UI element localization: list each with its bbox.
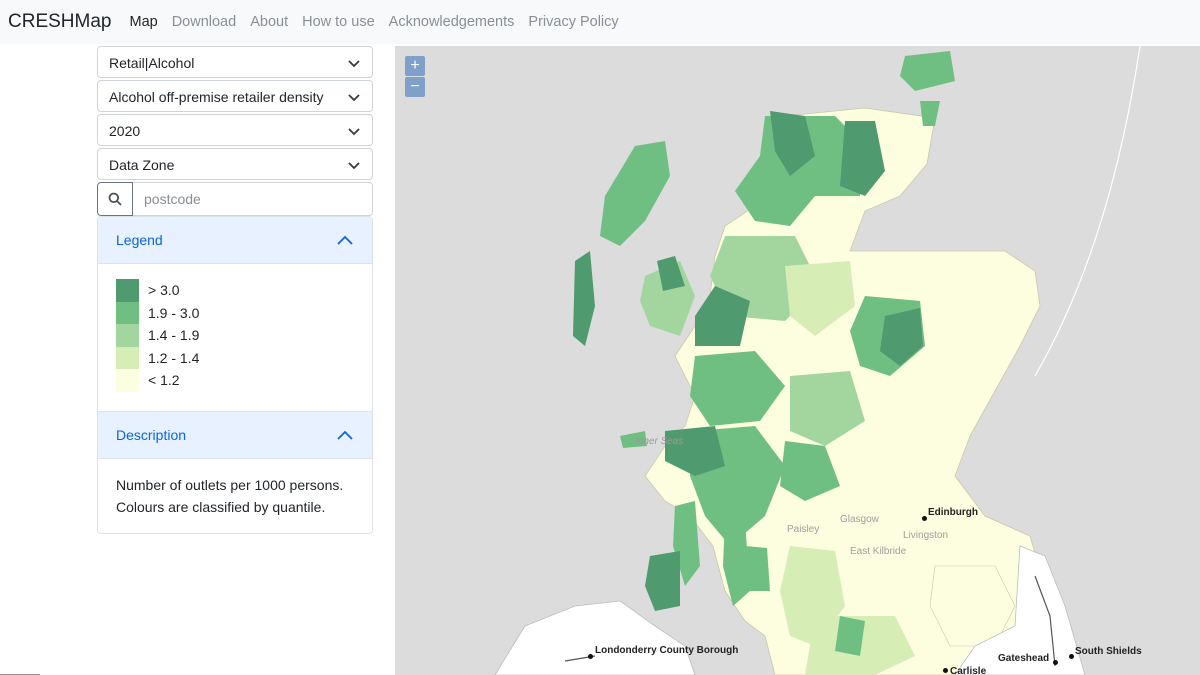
map-label-inner-seas: Inner Seas [635, 436, 684, 447]
description-title: Description [116, 426, 187, 443]
legend-item: 1.2 - 1.4 [116, 346, 354, 369]
city-dot-south-shields [1069, 654, 1074, 659]
measure-select[interactable]: Alcohol off-premise retailer density [97, 80, 373, 112]
map-canvas[interactable] [395, 46, 1200, 675]
chevron-down-icon [348, 162, 360, 170]
description-body: Number of outlets per 1000 persons. Colo… [98, 459, 372, 533]
map-label-londonderry: Londonderry County Borough [595, 645, 739, 656]
category-select-value: Retail|Alcohol [109, 55, 195, 71]
legend-title: Legend [116, 232, 163, 248]
legend-item: > 3.0 [116, 279, 354, 302]
legend-label: > 3.0 [148, 282, 180, 299]
map-label-east-kilbride: East Kilbride [850, 546, 907, 557]
island-islay [645, 551, 680, 611]
legend-swatch [116, 301, 139, 324]
zoom-in-button[interactable]: + [405, 56, 425, 76]
legend-label: 1.2 - 1.4 [148, 349, 200, 366]
postcode-search [97, 182, 373, 216]
legend-toggle[interactable]: Legend [98, 217, 372, 264]
legend-panel: Legend > 3.0 1.9 - 3.0 1.4 - 1.9 1.2 - 1… [97, 216, 373, 534]
island-lewis [600, 141, 670, 246]
choropleth-map[interactable]: + − Inner Seas Glasgow Paisley Livingsto… [395, 46, 1200, 675]
description-toggle[interactable]: Description [98, 410, 372, 459]
sidebar: Retail|Alcohol Alcohol off-premise retai… [97, 46, 373, 534]
zoom-control: + − [405, 56, 425, 98]
geography-select[interactable]: Data Zone [97, 148, 373, 180]
region-galloway-green [835, 616, 865, 656]
description-line: Colours are classified by quantile. [116, 498, 326, 515]
chevron-up-icon [337, 430, 353, 440]
map-label-south-shields: South Shields [1075, 646, 1142, 657]
legend-body: > 3.0 1.9 - 3.0 1.4 - 1.9 1.2 - 1.4 < 1.… [98, 264, 372, 411]
city-dot-gateshead [1053, 660, 1058, 665]
search-button[interactable] [97, 182, 133, 216]
island-orkney-south [920, 101, 940, 126]
chevron-up-icon [337, 235, 353, 245]
geography-select-value: Data Zone [109, 157, 175, 173]
nav-privacy-policy[interactable]: Privacy Policy [528, 14, 618, 30]
legend-swatch [116, 279, 139, 302]
brand-logo[interactable]: CRESHMap [8, 11, 111, 33]
island-arran [745, 546, 770, 591]
postcode-input[interactable] [133, 182, 373, 216]
map-label-glasgow: Glasgow [840, 514, 879, 525]
graticule-line [1034, 46, 1141, 377]
map-label-gateshead: Gateshead [998, 653, 1050, 664]
island-uist [573, 251, 595, 346]
city-dot-edinburgh [922, 516, 927, 521]
nav-map[interactable]: Map [129, 14, 157, 30]
chevron-down-icon [348, 94, 360, 102]
legend-item: 1.9 - 3.0 [116, 301, 354, 324]
year-select-value: 2020 [109, 123, 141, 139]
legend-label: 1.9 - 3.0 [148, 304, 200, 321]
legend-label: < 1.2 [148, 372, 180, 389]
nav-how-to-use[interactable]: How to use [302, 14, 375, 30]
legend-swatch [116, 324, 139, 347]
zoom-out-button[interactable]: − [405, 77, 425, 97]
chevron-down-icon [348, 60, 360, 68]
map-label-carlisle: Carlisle [950, 666, 987, 675]
navbar: CRESHMap Map Download About How to use A… [0, 0, 1200, 44]
category-select[interactable]: Retail|Alcohol [97, 46, 373, 78]
city-dot-londonderry [588, 654, 593, 659]
city-dot-carlisle [943, 668, 948, 673]
ireland-coast [494, 600, 696, 675]
description-line: Number of outlets per 1000 persons. [116, 476, 344, 493]
legend-label: 1.4 - 1.9 [148, 327, 200, 344]
year-select[interactable]: 2020 [97, 114, 373, 146]
legend-item: < 1.2 [116, 369, 354, 392]
legend-swatch [116, 369, 139, 392]
nav-acknowledgements[interactable]: Acknowledgements [389, 14, 515, 30]
map-label-paisley: Paisley [787, 524, 820, 535]
search-icon [108, 192, 122, 206]
island-orkney [900, 51, 955, 91]
map-label-livingston: Livingston [903, 530, 949, 541]
map-label-edinburgh: Edinburgh [928, 507, 978, 518]
chevron-down-icon [348, 128, 360, 136]
nav-download[interactable]: Download [172, 14, 237, 30]
legend-item: 1.4 - 1.9 [116, 324, 354, 347]
legend-swatch [116, 346, 139, 369]
measure-select-value: Alcohol off-premise retailer density [109, 89, 324, 105]
nav-about[interactable]: About [250, 14, 288, 30]
